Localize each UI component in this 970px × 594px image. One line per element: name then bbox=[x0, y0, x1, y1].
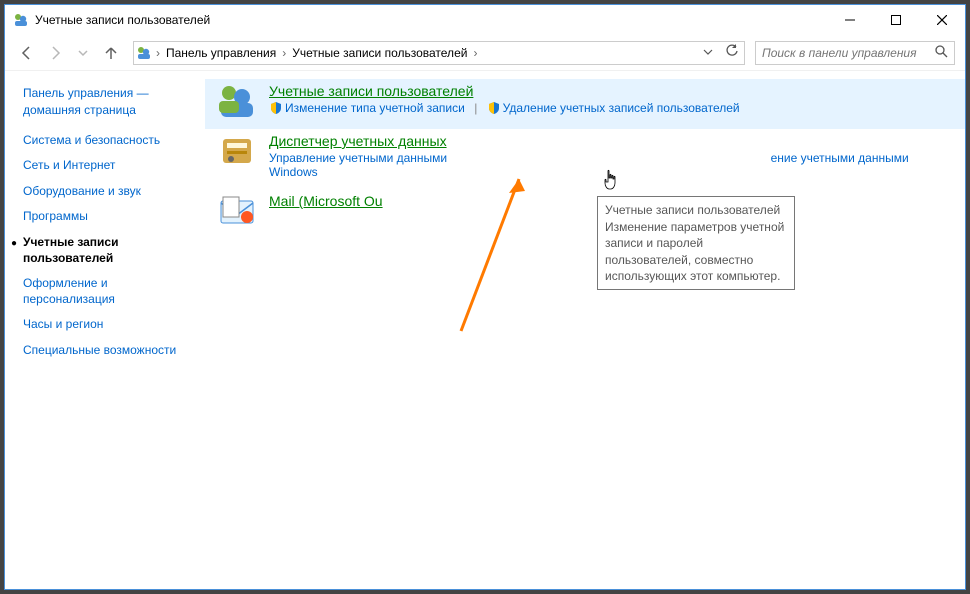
shield-icon bbox=[269, 101, 283, 115]
link-manage-web-credentials[interactable]: Управление учетными данными bbox=[269, 151, 450, 165]
breadcrumb[interactable]: › Панель управления › Учетные записи пол… bbox=[133, 41, 745, 65]
breadcrumb-dropdown-button[interactable] bbox=[696, 46, 720, 60]
toolbar: › Панель управления › Учетные записи пол… bbox=[5, 35, 965, 71]
sidebar-item-programs[interactable]: Программы bbox=[23, 209, 195, 225]
user-accounts-icon bbox=[13, 12, 29, 28]
link-remove-user-accounts[interactable]: Удаление учетных записей пользователей bbox=[503, 101, 740, 115]
shield-icon bbox=[487, 101, 501, 115]
maximize-button[interactable] bbox=[873, 5, 919, 35]
breadcrumb-sep: › bbox=[471, 46, 479, 60]
sidebar-item-ease-of-access[interactable]: Специальные возможности bbox=[23, 343, 195, 359]
up-button[interactable] bbox=[99, 41, 123, 65]
category-title-credential-manager[interactable]: Диспетчер учетных данных bbox=[269, 133, 953, 149]
link-change-account-type[interactable]: Изменение типа учетной записи bbox=[285, 101, 465, 115]
sidebar: Панель управления — домашняя страница Си… bbox=[5, 71, 205, 589]
close-button[interactable] bbox=[919, 5, 965, 35]
link-separator: | bbox=[474, 101, 477, 115]
minimize-button[interactable] bbox=[827, 5, 873, 35]
search-input[interactable] bbox=[762, 46, 935, 60]
breadcrumb-item-1[interactable]: Панель управления bbox=[162, 46, 280, 60]
breadcrumb-sep: › bbox=[154, 46, 162, 60]
search-box[interactable] bbox=[755, 41, 955, 65]
category-body: Учетные записи пользователей Изменение т… bbox=[269, 83, 953, 119]
sidebar-item-hardware[interactable]: Оборудование и звук bbox=[23, 184, 195, 200]
breadcrumb-item-2[interactable]: Учетные записи пользователей bbox=[288, 46, 471, 60]
credential-manager-icon bbox=[217, 133, 257, 169]
category-links: Управление учетными данными XXXXXXXXXXXX… bbox=[269, 151, 953, 179]
sidebar-item-appearance[interactable]: Оформление и персонализация bbox=[23, 276, 195, 307]
sidebar-item-clock-region[interactable]: Часы и регион bbox=[23, 317, 195, 333]
category-mail: Mail (Microsoft Ou bbox=[205, 189, 965, 239]
tooltip: Учетные записи пользователей Изменение п… bbox=[597, 196, 795, 290]
search-icon[interactable] bbox=[935, 45, 948, 61]
main-pane: Учетные записи пользователей Изменение т… bbox=[205, 71, 965, 589]
user-accounts-category-icon bbox=[217, 83, 257, 119]
control-panel-window: Учетные записи пользователей bbox=[4, 4, 966, 590]
breadcrumb-icon bbox=[134, 45, 154, 61]
sidebar-item-system[interactable]: Система и безопасность bbox=[23, 133, 195, 149]
category-credential-manager: Диспетчер учетных данных Управление учет… bbox=[205, 129, 965, 189]
mail-icon bbox=[217, 193, 257, 229]
sidebar-home-link[interactable]: Панель управления — домашняя страница bbox=[23, 85, 195, 119]
category-links: Изменение типа учетной записи | Удаление… bbox=[269, 101, 953, 115]
category-title-user-accounts[interactable]: Учетные записи пользователей bbox=[269, 83, 953, 99]
tooltip-title: Учетные записи пользователей bbox=[605, 202, 787, 218]
window-controls bbox=[827, 5, 965, 35]
sidebar-item-user-accounts[interactable]: Учетные записи пользователей bbox=[23, 235, 195, 266]
tooltip-body: Изменение параметров учетной записи и па… bbox=[605, 219, 787, 284]
window-title: Учетные записи пользователей bbox=[35, 13, 827, 27]
refresh-button[interactable] bbox=[720, 44, 744, 61]
sidebar-item-network[interactable]: Сеть и Интернет bbox=[23, 158, 195, 174]
category-user-accounts: Учетные записи пользователей Изменение т… bbox=[205, 79, 965, 129]
category-body: Диспетчер учетных данных Управление учет… bbox=[269, 133, 953, 179]
titlebar: Учетные записи пользователей bbox=[5, 5, 965, 35]
breadcrumb-sep: › bbox=[280, 46, 288, 60]
forward-button[interactable] bbox=[43, 41, 67, 65]
back-button[interactable] bbox=[15, 41, 39, 65]
content-area: Панель управления — домашняя страница Си… bbox=[5, 71, 965, 589]
history-dropdown-button[interactable] bbox=[71, 41, 95, 65]
